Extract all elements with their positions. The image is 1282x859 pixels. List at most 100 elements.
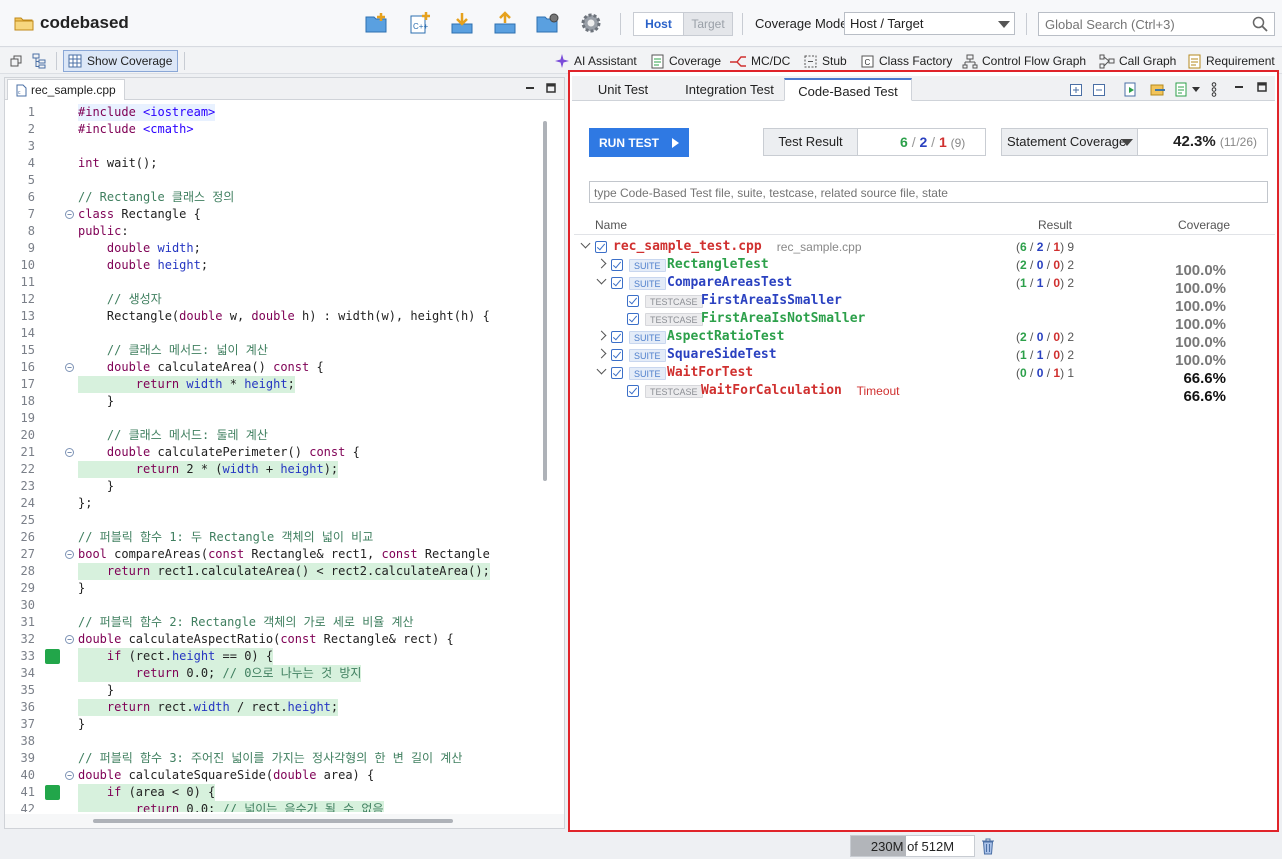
settings-gear-icon[interactable] — [579, 11, 605, 35]
control-flow-graph-button[interactable]: Control Flow Graph — [962, 53, 1086, 69]
search-icon[interactable] — [1252, 16, 1268, 32]
expand-all-icon[interactable] — [1070, 84, 1082, 96]
code-line[interactable]: 7 − class Rectangle { — [5, 206, 540, 223]
code-line[interactable]: 10 double height; — [5, 257, 540, 274]
code-line[interactable]: 30 — [5, 597, 540, 614]
code-line[interactable]: 36 return rect.width / rect.height; — [5, 699, 540, 716]
code-line[interactable]: 29} — [5, 580, 540, 597]
checkbox[interactable] — [627, 313, 639, 325]
suite-row[interactable]: SUITE CompareAreasTest (1 / 1 / 0) 2 100.0% — [574, 274, 1275, 297]
checkbox[interactable] — [611, 349, 623, 361]
checkbox[interactable] — [627, 385, 639, 397]
checkbox[interactable] — [611, 277, 623, 289]
code-line[interactable]: 17 return width * height; — [5, 376, 540, 393]
coverage-button[interactable]: Coverage — [650, 53, 721, 69]
trash-icon[interactable] — [981, 838, 995, 855]
code-area[interactable]: 1 #include <iostream> 2 #include <cmath> 3 4 i… — [5, 104, 540, 812]
suite-row[interactable]: SUITE RectangleTest (2 / 0 / 0) 2 100.0% — [574, 256, 1275, 279]
hierarchy-icon[interactable] — [31, 53, 47, 69]
tab-unit-test[interactable]: Unit Test — [578, 78, 668, 101]
maximize-icon[interactable] — [1257, 82, 1267, 92]
fold-toggle-icon[interactable]: − — [65, 550, 74, 559]
code-line[interactable]: 3 — [5, 138, 540, 155]
tab-integration-test[interactable]: Integration Test — [672, 78, 787, 101]
suite-row[interactable]: SUITE WaitForTest (0 / 0 / 1) 1 66.6% — [574, 364, 1275, 387]
minimize-icon[interactable] — [525, 83, 535, 93]
checkbox[interactable] — [611, 331, 623, 343]
chevron-down-icon[interactable] — [580, 238, 591, 249]
fold-toggle-icon[interactable]: − — [65, 448, 74, 457]
editor-horizontal-scrollbar[interactable] — [5, 814, 564, 828]
code-line[interactable]: 40 − double calculateSquareSide(double are… — [5, 767, 540, 784]
editor-vertical-thumb[interactable] — [543, 121, 547, 481]
new-file-icon[interactable]: C++ — [407, 11, 433, 35]
code-line[interactable]: 4 int wait(); — [5, 155, 540, 172]
import-icon[interactable] — [449, 11, 475, 35]
testcase-row[interactable]: TESTCASE FirstAreaIsNotSmaller 100.0% — [574, 310, 1275, 333]
chevron-down-icon[interactable] — [596, 274, 607, 285]
code-line[interactable]: 27 − bool compareAreas(const Rectangle& re… — [5, 546, 540, 563]
coverage-marker[interactable] — [45, 649, 60, 664]
fold-toggle-icon[interactable]: − — [65, 210, 74, 219]
host-button[interactable]: Host — [634, 13, 683, 35]
code-line[interactable]: 37} — [5, 716, 540, 733]
suite-row[interactable]: SUITE AspectRatioTest (2 / 0 / 0) 2 100.0% — [574, 328, 1275, 351]
test-filter-input[interactable] — [594, 185, 1254, 200]
code-line[interactable]: 35 } — [5, 682, 540, 699]
minimize-icon[interactable] — [1234, 82, 1244, 92]
code-line[interactable]: 13 Rectangle(double w, double h) : width… — [5, 308, 540, 325]
export-icon[interactable] — [492, 11, 518, 35]
code-line[interactable]: 20 // 클래스 메서드: 둘레 계산 — [5, 427, 540, 444]
code-line[interactable]: 25 — [5, 512, 540, 529]
code-line[interactable]: 11 — [5, 274, 540, 291]
code-line[interactable]: 1 #include <iostream> — [5, 104, 540, 121]
code-line[interactable]: 21 − double calculatePerimeter() const { — [5, 444, 540, 461]
code-line[interactable]: 33 if (rect.height == 0) { — [5, 648, 540, 665]
code-line[interactable]: 8 public: — [5, 223, 540, 240]
run-test-button[interactable]: RUN TEST — [589, 128, 689, 157]
code-line[interactable]: 5 — [5, 172, 540, 189]
chevron-down-icon[interactable] — [596, 364, 607, 375]
testcase-row[interactable]: TESTCASE FirstAreaIsSmaller 100.0% — [574, 292, 1275, 315]
more-vertical-icon[interactable] — [1211, 82, 1217, 97]
fold-toggle-icon[interactable]: − — [65, 363, 74, 372]
chevron-right-icon[interactable] — [596, 330, 607, 341]
editor-horizontal-thumb[interactable] — [93, 819, 453, 823]
code-line[interactable]: 26 // 퍼블릭 함수 1: 두 Rectangle 객체의 넓이 비교 — [5, 529, 540, 546]
code-line[interactable]: 39 // 퍼블릭 함수 3: 주어진 넓이를 가지는 정사각형의 한 변 길이 … — [5, 750, 540, 767]
stub-button[interactable]: Stub — [803, 53, 847, 69]
fold-toggle-icon[interactable]: − — [65, 635, 74, 644]
code-line[interactable]: 22 return 2 * (width + height); — [5, 461, 540, 478]
global-search-input[interactable] — [1045, 16, 1245, 32]
requirement-button[interactable]: Requirement — [1187, 53, 1275, 69]
fold-toggle-icon[interactable]: − — [65, 771, 74, 780]
code-line[interactable]: 14 — [5, 325, 540, 342]
code-line[interactable]: 24}; — [5, 495, 540, 512]
code-line[interactable]: 23 } — [5, 478, 540, 495]
ai-assistant-button[interactable]: AI Assistant — [554, 53, 637, 69]
checkbox[interactable] — [627, 295, 639, 307]
code-line[interactable]: 6 // Rectangle 클래스 정의 — [5, 189, 540, 206]
run-history-icon[interactable] — [1124, 82, 1138, 97]
testcase-row[interactable]: TESTCASE WaitForCalculation Timeout 66.6% — [574, 382, 1275, 405]
code-line[interactable]: 42 return 0.0; // 넓이는 음수가 될 수 없음 — [5, 801, 540, 812]
code-line[interactable]: 34 return 0.0; // 0으로 나누는 것 방지 — [5, 665, 540, 682]
code-line[interactable]: 15 // 클래스 메서드: 넓이 계산 — [5, 342, 540, 359]
editor-vertical-scrollbar[interactable] — [540, 104, 550, 812]
coverage-marker[interactable] — [45, 785, 60, 800]
code-line[interactable]: 2 #include <cmath> — [5, 121, 540, 138]
target-button[interactable]: Target — [683, 13, 732, 35]
checkbox[interactable] — [611, 259, 623, 271]
coverage-type-select[interactable]: Statement Coverage — [1001, 128, 1138, 156]
class-factory-button[interactable]: C Class Factory — [860, 53, 952, 69]
call-graph-button[interactable]: Call Graph — [1099, 53, 1176, 69]
editor-tab[interactable]: c rec_sample.cpp — [7, 79, 125, 100]
coverage-mode-select[interactable]: Host / Target — [844, 12, 1015, 35]
code-line[interactable]: 41 if (area < 0) { — [5, 784, 540, 801]
code-line[interactable]: 18 } — [5, 393, 540, 410]
maximize-icon[interactable] — [546, 83, 556, 93]
collapse-all-icon[interactable] — [1093, 84, 1105, 96]
code-line[interactable]: 38 — [5, 733, 540, 750]
tab-code-based-test[interactable]: Code-Based Test — [784, 78, 912, 101]
report-icon[interactable] — [1175, 82, 1188, 97]
